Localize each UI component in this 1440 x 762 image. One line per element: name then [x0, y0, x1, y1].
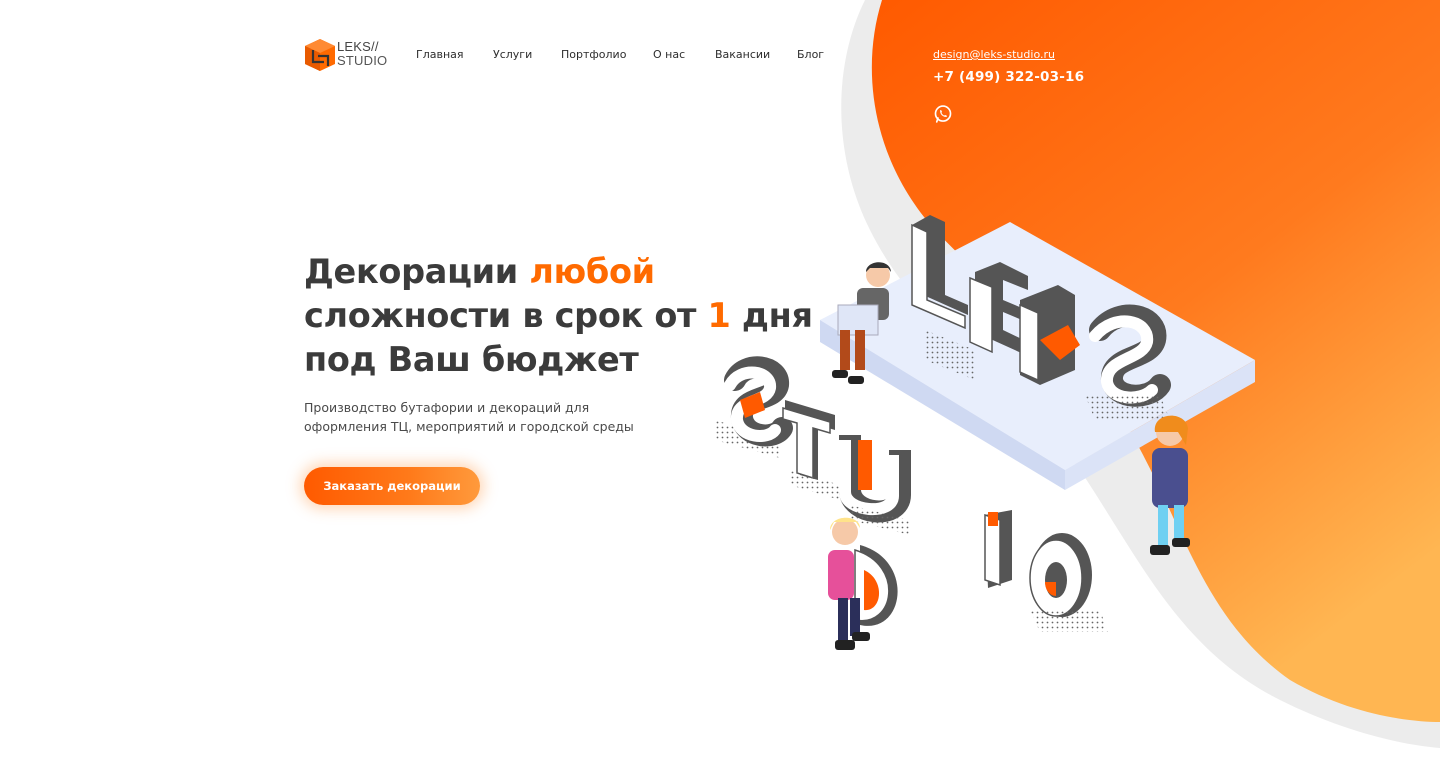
nav-item-vacancies[interactable]: Вакансии — [715, 48, 770, 61]
logo-line2: STUDIO — [337, 53, 388, 68]
headline-accent-2: 1 — [707, 296, 731, 335]
headline-part-1: Декорации — [304, 252, 530, 291]
nav-item-home[interactable]: Главная — [416, 48, 464, 61]
logo-cube-icon — [305, 39, 335, 71]
headline-accent-1: любой — [529, 252, 655, 291]
logo[interactable]: LEKS// STUDIO — [304, 38, 387, 72]
hero-subtitle: Производство бутафории и декораций для о… — [304, 400, 634, 434]
nav-item-blog[interactable]: Блог — [797, 48, 824, 61]
logo-line1: LEKS// — [337, 39, 379, 54]
headline-part-3: дня — [730, 296, 813, 335]
order-decorations-button[interactable]: Заказать декорации — [304, 467, 480, 505]
contacts: design@leks-studio.ru +7 (499) 322-03-16 — [933, 48, 1084, 123]
nav-item-about[interactable]: О нас — [653, 48, 685, 61]
headline-part-4: под Ваш бюджет — [304, 340, 639, 379]
logo-text: LEKS// STUDIO — [337, 40, 387, 68]
whatsapp-icon[interactable] — [933, 104, 953, 124]
headline-part-2: сложности в срок от — [304, 296, 708, 335]
hero: Декорации любой сложности в срок от 1 дн… — [304, 250, 824, 436]
email-link[interactable]: design@leks-studio.ru — [933, 48, 1084, 61]
phone-link[interactable]: +7 (499) 322-03-16 — [933, 69, 1084, 85]
hero-headline: Декорации любой сложности в срок от 1 дн… — [304, 250, 824, 382]
nav-item-portfolio[interactable]: Портфолио — [561, 48, 626, 61]
nav-item-services[interactable]: Услуги — [493, 48, 532, 61]
